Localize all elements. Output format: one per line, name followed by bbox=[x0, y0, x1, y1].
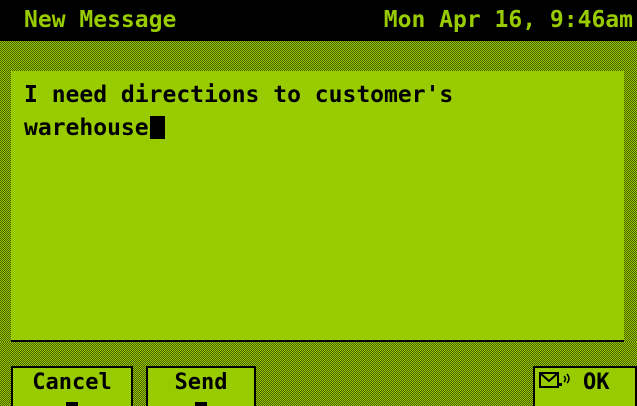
softkey-indicator bbox=[195, 402, 207, 406]
text-cursor bbox=[149, 116, 165, 139]
send-label: Send bbox=[174, 370, 228, 395]
title-bar: New Message Mon Apr 16, 9:46am bbox=[0, 0, 637, 41]
ok-label: OK bbox=[583, 370, 610, 395]
softkey-indicator bbox=[66, 402, 78, 406]
frame-dither-top bbox=[0, 41, 637, 71]
message-compose-area[interactable]: I need directions to customer's warehous… bbox=[11, 71, 624, 342]
message-text: I need directions to customer's warehous… bbox=[24, 82, 454, 141]
cancel-button[interactable]: Cancel bbox=[11, 366, 133, 406]
message-body[interactable]: I need directions to customer's warehous… bbox=[24, 79, 584, 145]
send-button[interactable]: Send bbox=[146, 366, 256, 406]
envelope-send-icon bbox=[539, 369, 573, 399]
ok-button[interactable]: OK bbox=[533, 366, 637, 406]
window-title: New Message bbox=[24, 7, 177, 33]
date-time: Mon Apr 16, 9:46am bbox=[383, 7, 633, 33]
cancel-label: Cancel bbox=[32, 370, 112, 395]
